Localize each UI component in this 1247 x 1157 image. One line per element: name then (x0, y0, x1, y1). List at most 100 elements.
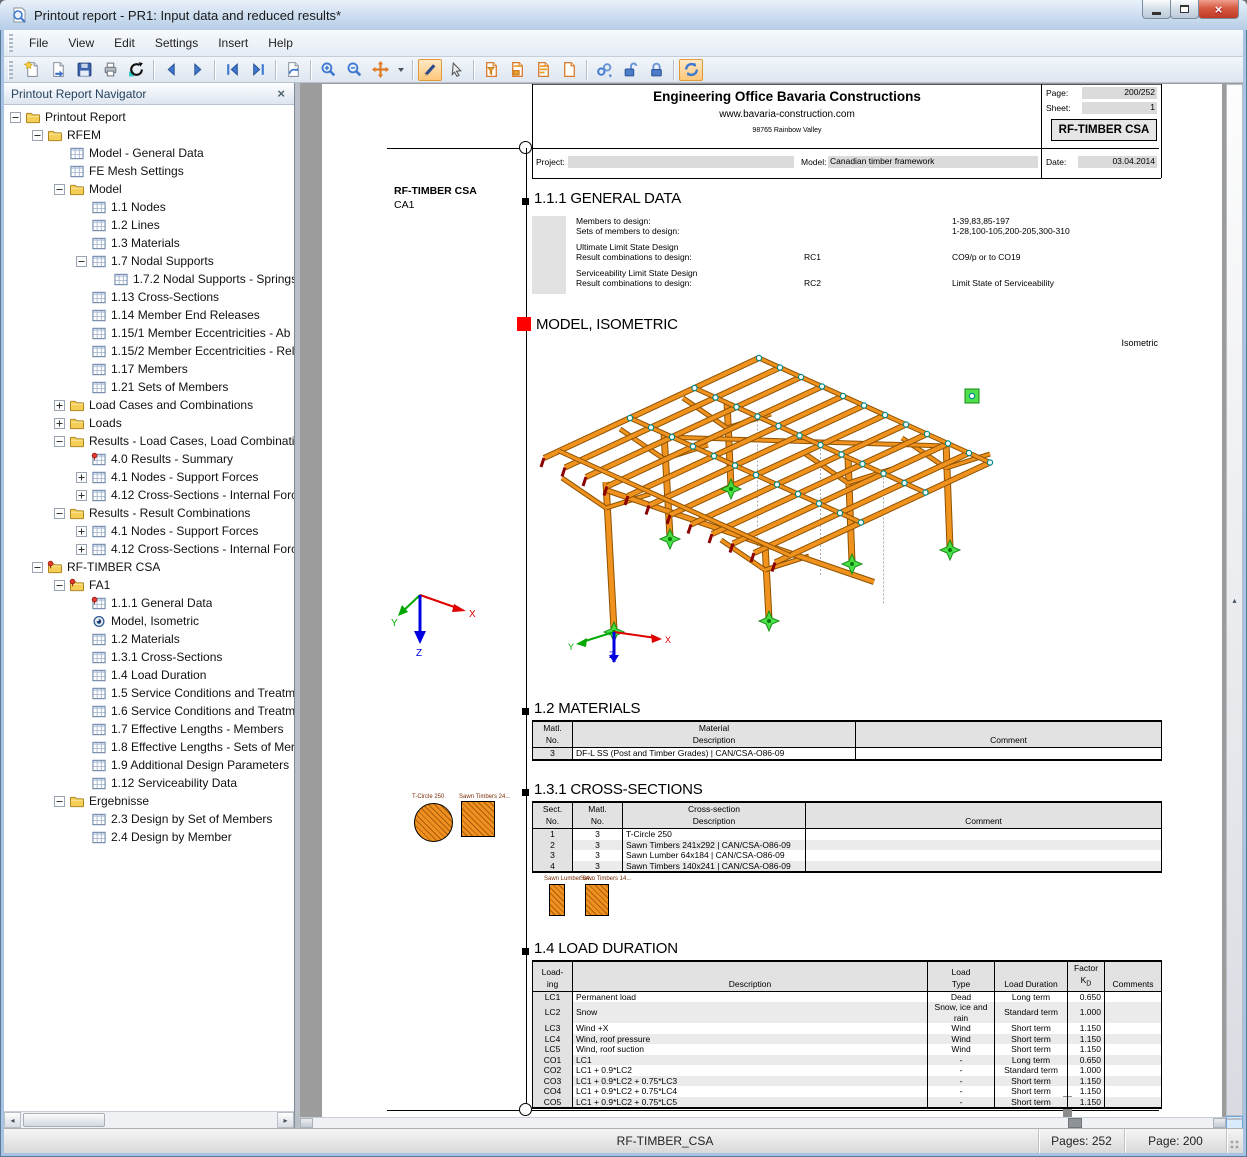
scroll-left-icon[interactable]: ◂ (4, 1112, 21, 1128)
tree-item[interactable]: 1.14 Member End Releases (4, 306, 294, 324)
filter-document-button[interactable] (479, 59, 503, 81)
select-tool-button[interactable] (418, 58, 442, 81)
collapse-icon[interactable] (32, 561, 43, 573)
tree-item[interactable]: Printout Report (4, 108, 294, 126)
collapse-icon[interactable] (54, 435, 65, 447)
document-horizontal-scrollbar[interactable] (300, 1117, 1226, 1128)
tree-item[interactable]: 1.1 Nodes (4, 198, 294, 216)
tree-item[interactable]: Model - General Data (4, 144, 294, 162)
tree-item[interactable]: 2.4 Design by Member (4, 828, 294, 846)
menu-help[interactable]: Help (258, 32, 303, 54)
new-report-button[interactable] (20, 59, 44, 81)
refresh-report-button[interactable] (124, 59, 148, 81)
tree-item[interactable]: 1.15/2 Member Eccentricities - Rel (4, 342, 294, 360)
tree-item[interactable]: Results - Result Combinations (4, 504, 294, 522)
tree-item[interactable]: Load Cases and Combinations (4, 396, 294, 414)
tree-item[interactable]: Results - Load Cases, Load Combinati (4, 432, 294, 450)
print-button[interactable] (98, 59, 122, 81)
collapse-icon[interactable] (54, 507, 65, 519)
menu-edit[interactable]: Edit (104, 32, 145, 54)
menu-insert[interactable]: Insert (208, 32, 258, 54)
tree-item[interactable]: RFEM (4, 126, 294, 144)
pan-dropdown-button[interactable] (394, 59, 407, 81)
collapse-icon[interactable] (10, 111, 21, 123)
collapse-icon[interactable] (54, 579, 65, 591)
lock-button[interactable] (644, 59, 668, 81)
zoom-in-button[interactable] (316, 59, 340, 81)
tree-item[interactable]: 1.13 Cross-Sections (4, 288, 294, 306)
scroll-left-button[interactable] (300, 1118, 313, 1128)
menu-file[interactable]: File (19, 32, 58, 54)
expand-icon[interactable] (54, 417, 65, 429)
tree-item[interactable]: 1.7.2 Nodal Supports - Springs (4, 270, 294, 288)
expand-icon[interactable] (76, 471, 87, 483)
tree-item[interactable]: 1.15/1 Member Eccentricities - Ab (4, 324, 294, 342)
tree-item[interactable]: 4.12 Cross-Sections - Internal Forc (4, 540, 294, 558)
scrollbar-thumb[interactable] (1068, 1118, 1082, 1128)
scroll-up-icon[interactable]: ▴ (1226, 84, 1243, 1116)
document-blocks-button[interactable] (505, 59, 529, 81)
tree-item[interactable]: 1.17 Members (4, 360, 294, 378)
open-report-button[interactable] (46, 59, 70, 81)
tree-item[interactable]: 1.9 Additional Design Parameters (4, 756, 294, 774)
resize-grip[interactable] (1227, 1129, 1243, 1153)
unlock-button[interactable] (618, 59, 642, 81)
tree-item[interactable]: 1.5 Service Conditions and Treatm (4, 684, 294, 702)
pan-button[interactable] (368, 59, 392, 81)
tree-item[interactable]: 1.7 Nodal Supports (4, 252, 294, 270)
scrollbar-track[interactable] (313, 1118, 1213, 1128)
scrollbar-track[interactable] (21, 1112, 277, 1128)
tree-item[interactable]: 1.4 Load Duration (4, 666, 294, 684)
expand-icon[interactable] (76, 525, 87, 537)
navigator-close-icon[interactable]: × (275, 87, 287, 100)
tree-item[interactable]: 2.3 Design by Set of Members (4, 810, 294, 828)
document-text-button[interactable] (531, 59, 555, 81)
tree-item[interactable]: RF-TIMBER CSA (4, 558, 294, 576)
navigator-horizontal-scrollbar[interactable]: ◂ ▸ (4, 1111, 294, 1128)
collapse-icon[interactable] (54, 183, 65, 195)
tree-item[interactable]: 1.6 Service Conditions and Treatm (4, 702, 294, 720)
minimize-button[interactable] (1142, 0, 1171, 19)
document-vertical-scrollbar[interactable]: ▴ ▾ (1226, 84, 1243, 1128)
back-button[interactable] (159, 59, 183, 81)
restore-button[interactable] (1170, 0, 1199, 19)
sync-toggle-button[interactable] (679, 58, 703, 81)
goto-page-button[interactable] (281, 59, 305, 81)
tree-item[interactable]: 1.8 Effective Lengths - Sets of Mer (4, 738, 294, 756)
scrollbar-thumb[interactable] (1227, 1118, 1242, 1120)
menu-settings[interactable]: Settings (145, 32, 208, 54)
scrollbar-thumb[interactable] (23, 1113, 105, 1127)
collapse-icon[interactable] (76, 255, 87, 267)
zoom-out-button[interactable] (342, 59, 366, 81)
tree-item[interactable]: Ergebnisse (4, 792, 294, 810)
expand-icon[interactable] (54, 399, 65, 411)
expand-icon[interactable] (76, 489, 87, 501)
collapse-icon[interactable] (32, 129, 43, 141)
forward-button[interactable] (185, 59, 209, 81)
tree-item[interactable]: Model, Isometric (4, 612, 294, 630)
tree-item[interactable]: 4.0 Results - Summary (4, 450, 294, 468)
tree-item[interactable]: 4.1 Nodes - Support Forces (4, 522, 294, 540)
first-page-button[interactable] (220, 59, 244, 81)
save-report-button[interactable] (72, 59, 96, 81)
menu-view[interactable]: View (58, 32, 104, 54)
tree-item[interactable]: 1.12 Serviceability Data (4, 774, 294, 792)
tree-item[interactable]: FE Mesh Settings (4, 162, 294, 180)
tree-item[interactable]: 4.12 Cross-Sections - Internal Forc (4, 486, 294, 504)
update-link-button[interactable] (592, 59, 616, 81)
tree-item[interactable]: 1.7 Effective Lengths - Members (4, 720, 294, 738)
close-button[interactable]: × (1198, 0, 1239, 19)
tree-item[interactable]: 1.2 Lines (4, 216, 294, 234)
tree-item[interactable]: 1.1.1 General Data (4, 594, 294, 612)
last-page-button[interactable] (246, 59, 270, 81)
pointer-tool-button[interactable] (444, 59, 468, 81)
tree-item[interactable]: 1.3 Materials (4, 234, 294, 252)
tree-item[interactable]: 4.1 Nodes - Support Forces (4, 468, 294, 486)
tree-item[interactable]: 1.21 Sets of Members (4, 378, 294, 396)
tree-item[interactable]: FA1 (4, 576, 294, 594)
tree-item[interactable]: Model (4, 180, 294, 198)
tree-item[interactable]: 1.3.1 Cross-Sections (4, 648, 294, 666)
document-blank-button[interactable] (557, 59, 581, 81)
expand-icon[interactable] (76, 543, 87, 555)
collapse-icon[interactable] (54, 795, 65, 807)
